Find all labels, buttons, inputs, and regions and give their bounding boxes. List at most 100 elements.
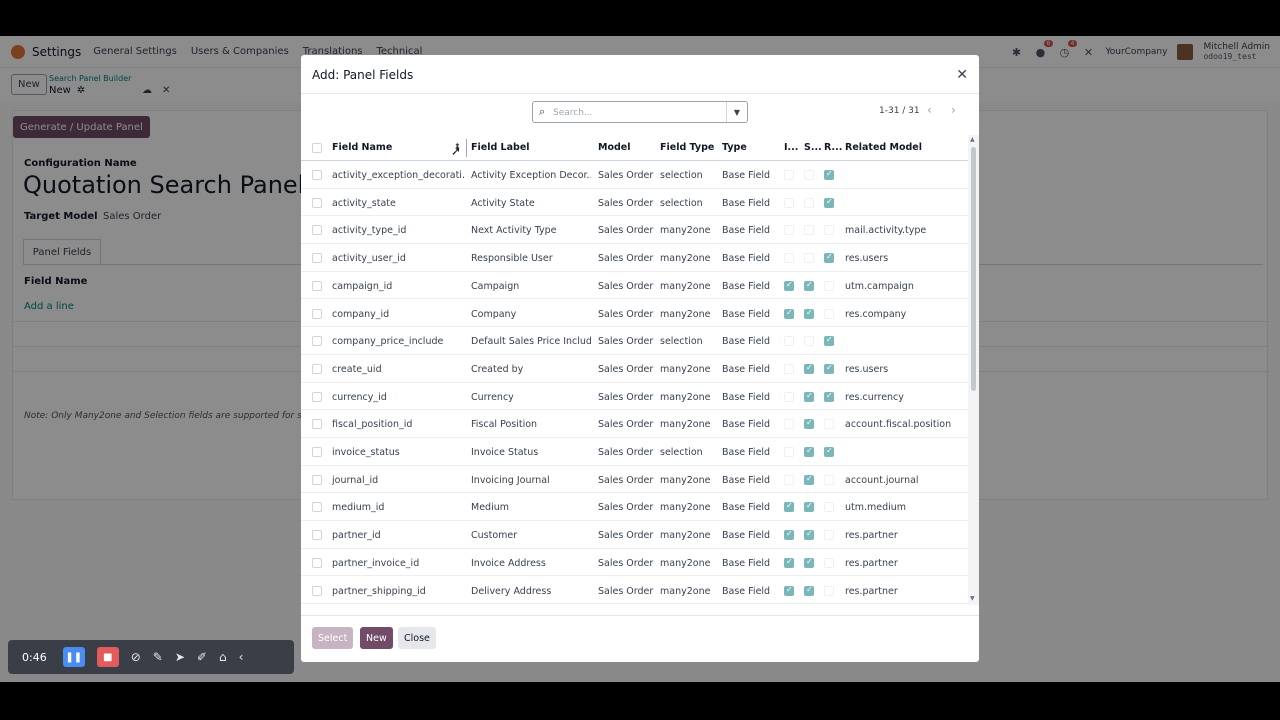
- flag-r-checkbox: [824, 446, 834, 457]
- row-checkbox[interactable]: [312, 336, 322, 347]
- flag-i-checkbox: [784, 363, 794, 374]
- row-checkbox[interactable]: [312, 585, 322, 596]
- cell-field-name: activity_exception_decorati...: [332, 170, 464, 181]
- scroll-up-icon[interactable]: ▲: [970, 136, 975, 143]
- cell-field-type: selection: [660, 170, 703, 181]
- cell-model: Sales Order: [598, 280, 654, 292]
- table-row[interactable]: activity_state Activity State Sales Order s…: [301, 189, 968, 217]
- row-checkbox[interactable]: [312, 363, 322, 374]
- table-row[interactable]: partner_invoice_id Invoice Address Sales O…: [301, 549, 968, 577]
- column-field-name[interactable]: Field Name: [332, 142, 392, 153]
- pause-button[interactable]: ❚❚: [62, 647, 85, 667]
- cell-field-name: fiscal_position_id: [332, 419, 413, 431]
- row-checkbox[interactable]: [312, 253, 322, 264]
- table-row[interactable]: currency_id Currency Sales Order many2one Ba…: [301, 383, 968, 411]
- column-field-type[interactable]: Field Type: [660, 142, 714, 153]
- flag-r-checkbox: [824, 335, 834, 347]
- scrollbar-thumb[interactable]: [971, 147, 976, 391]
- row-checkbox[interactable]: [312, 502, 322, 513]
- flag-s-checkbox: [804, 501, 814, 513]
- column-i[interactable]: I...: [784, 142, 798, 153]
- cell-type: Base Field: [722, 502, 771, 514]
- chevron-right-icon[interactable]: ›: [951, 103, 956, 117]
- cell-field-name: partner_id: [332, 530, 381, 542]
- row-checkbox[interactable]: [312, 530, 322, 541]
- flag-r-checkbox: [824, 557, 834, 568]
- cell-field-label: Invoice Status: [471, 447, 539, 458]
- column-model[interactable]: Model: [598, 142, 630, 153]
- column-resize-handle[interactable]: [466, 139, 467, 157]
- cell-field-label: Activity Exception Decor...: [471, 170, 591, 181]
- pager-value[interactable]: 1-31 / 31: [879, 106, 920, 116]
- close-icon[interactable]: ✕: [956, 67, 968, 83]
- table-row[interactable]: partner_shipping_id Delivery Address Sales…: [301, 577, 968, 605]
- table-row[interactable]: activity_user_id Responsible User Sales Or…: [301, 244, 968, 272]
- scroll-down-icon[interactable]: ▼: [970, 595, 975, 602]
- flag-i-checkbox: [784, 474, 794, 485]
- dialog-title: Add: Panel Fields: [312, 68, 414, 82]
- column-related-model[interactable]: Related Model: [845, 142, 922, 153]
- eraser-icon[interactable]: ⌂: [219, 650, 227, 664]
- cell-type: Base Field: [722, 391, 771, 403]
- row-checkbox[interactable]: [312, 170, 322, 180]
- flag-r-checkbox: [824, 225, 834, 236]
- column-field-label[interactable]: Field Label: [471, 142, 530, 153]
- flag-s-checkbox: [804, 225, 814, 236]
- column-type[interactable]: Type: [722, 142, 747, 153]
- new-button[interactable]: New: [360, 627, 393, 649]
- row-checkbox[interactable]: [312, 225, 322, 236]
- cell-field-type: many2one: [660, 474, 711, 486]
- table-row[interactable]: activity_exception_decorati... Activity E…: [301, 161, 968, 189]
- camera-off-icon[interactable]: ⊘: [131, 650, 141, 664]
- cell-field-type: many2one: [660, 557, 711, 569]
- search-options-toggle[interactable]: ▼: [726, 102, 747, 122]
- column-r[interactable]: R...: [824, 142, 842, 153]
- search-input[interactable]: [553, 105, 723, 120]
- cell-field-name: campaign_id: [332, 280, 393, 292]
- pen-icon[interactable]: ✐: [197, 650, 207, 664]
- table-row[interactable]: medium_id Medium Sales Order many2one Base F…: [301, 493, 968, 522]
- row-checkbox[interactable]: [312, 308, 322, 319]
- chevron-left-icon[interactable]: ‹: [927, 103, 932, 117]
- select-button[interactable]: Select: [312, 627, 354, 649]
- flag-r-checkbox: [824, 197, 834, 208]
- cell-field-label: Campaign: [471, 280, 520, 292]
- flag-s-checkbox: [804, 557, 814, 568]
- table-row[interactable]: partner_id Customer Sales Order many2one Bas…: [301, 521, 968, 549]
- cell-field-type: many2one: [660, 363, 711, 375]
- cell-field-type: selection: [660, 447, 703, 458]
- collapse-icon[interactable]: ‹: [239, 650, 244, 664]
- cell-model: Sales Order: [598, 585, 654, 597]
- row-checkbox[interactable]: [312, 391, 322, 402]
- select-all-checkbox[interactable]: [312, 143, 322, 153]
- stop-button[interactable]: ■: [96, 647, 119, 667]
- table-row[interactable]: invoice_status Invoice Status Sales Order s…: [301, 438, 968, 466]
- search-icon: ⌕: [539, 105, 546, 118]
- pointer-icon[interactable]: ➤: [175, 650, 185, 664]
- cell-field-label: Customer: [471, 530, 518, 542]
- row-checkbox[interactable]: [312, 557, 322, 568]
- cell-field-name: partner_invoice_id: [332, 557, 420, 569]
- flag-s-checkbox: [804, 529, 814, 541]
- cell-field-name: activity_user_id: [332, 253, 406, 265]
- table-row[interactable]: company_price_include Default Sales Price…: [301, 327, 968, 355]
- table-row[interactable]: fiscal_position_id Fiscal Position Sales O…: [301, 410, 968, 438]
- flag-i-checkbox: [784, 308, 794, 319]
- cell-related-model: res.partner: [845, 530, 898, 542]
- row-checkbox[interactable]: [312, 474, 322, 485]
- row-checkbox[interactable]: [312, 197, 322, 208]
- table-row[interactable]: company_id Company Sales Order many2one Base…: [301, 300, 968, 328]
- fields-table: Field Name ⬍ Field Label Model Field Typ…: [301, 135, 968, 605]
- table-row[interactable]: activity_type_id Next Activity Type Sales …: [301, 216, 968, 245]
- cell-type: Base Field: [722, 419, 771, 431]
- table-row[interactable]: create_uid Created by Sales Order many2one B…: [301, 355, 968, 383]
- flag-s-checkbox: [804, 308, 814, 319]
- table-row[interactable]: journal_id Invoicing Journal Sales Order ma…: [301, 466, 968, 494]
- row-checkbox[interactable]: [312, 447, 322, 457]
- mic-off-icon[interactable]: ✎: [153, 650, 163, 664]
- row-checkbox[interactable]: [312, 280, 322, 291]
- close-button[interactable]: Close: [398, 627, 436, 649]
- row-checkbox[interactable]: [312, 419, 322, 430]
- table-row[interactable]: campaign_id Campaign Sales Order many2one Ba…: [301, 272, 968, 300]
- column-s[interactable]: S...: [804, 142, 822, 153]
